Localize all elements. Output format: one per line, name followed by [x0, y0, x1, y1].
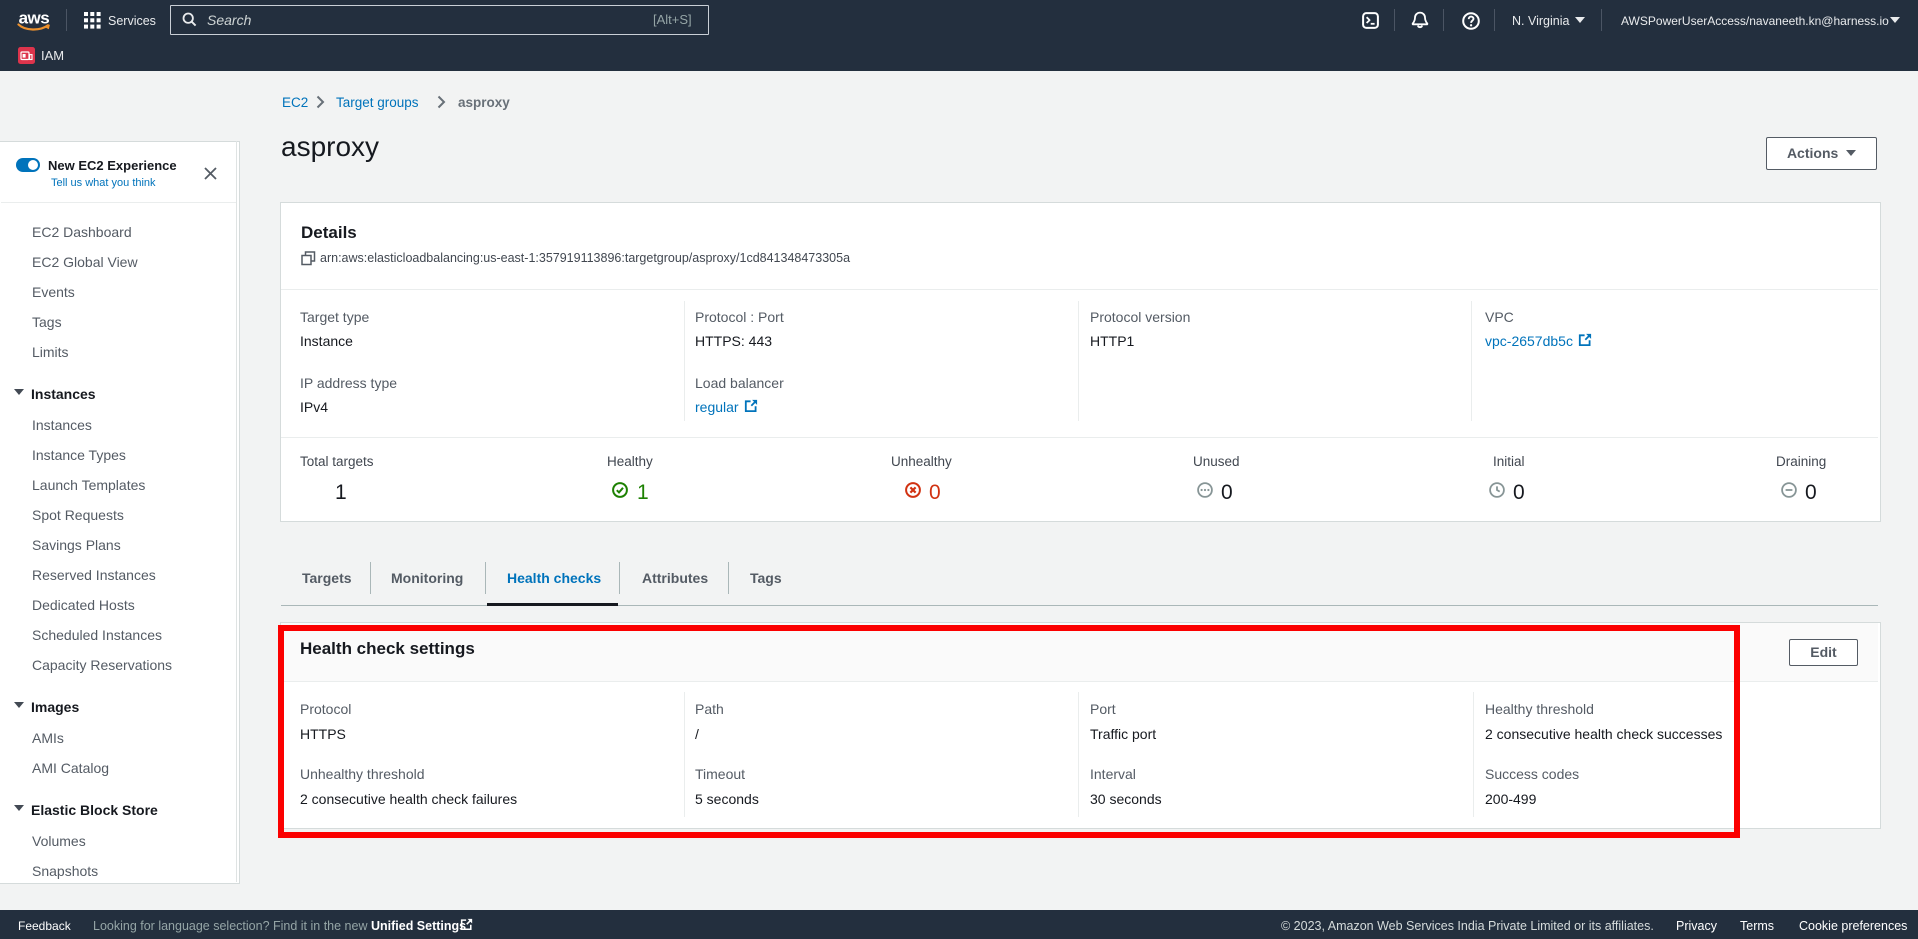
svg-text:aws: aws: [19, 9, 50, 28]
